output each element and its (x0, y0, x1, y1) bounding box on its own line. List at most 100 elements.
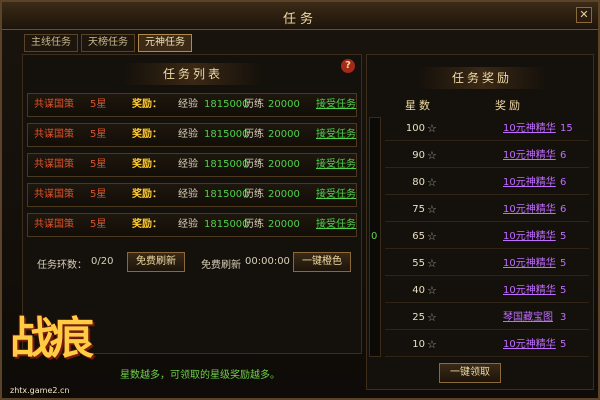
tab-bar: 主线任务 天榜任务 元神任务 (24, 34, 192, 52)
star-progress-value: 0 (371, 231, 378, 242)
reward-star-count: 10 (412, 339, 425, 350)
task-row: 共谋国策 5星 奖励： 经验 1815000 历练 20000 接受任务 (27, 183, 357, 207)
xp-value: 20000 (268, 129, 300, 140)
reward-label: 奖励： (132, 99, 162, 110)
free-refresh-label: 免费刷新 (201, 260, 241, 271)
hint-text: 星数越多，可领取的星级奖励越多。 (120, 370, 280, 381)
reward-item-link[interactable]: 10元神精华 (503, 171, 556, 195)
task-name: 共谋国策 (34, 219, 74, 230)
exp-value: 1815000 (204, 99, 249, 110)
reward-label: 奖励： (132, 219, 162, 230)
star-icon: ☆ (427, 176, 437, 189)
star-icon: ☆ (427, 311, 437, 324)
tab-spirit-quest[interactable]: 元神任务 (138, 34, 192, 52)
task-footer: 任务环数： 0/20 免费刷新 免费刷新 00:00:00 一键橙色 (35, 251, 365, 277)
star-icon: ☆ (427, 203, 437, 216)
task-count-label: 任务环数： (37, 260, 87, 271)
claim-all-button[interactable]: 一键领取 (439, 363, 501, 383)
star-icon: ☆ (427, 149, 437, 162)
star-icon: ☆ (427, 122, 437, 135)
reward-row: 90 ☆ 10元神精华 6 (385, 144, 589, 168)
xp-label: 历练 (244, 129, 264, 140)
reward-star-count: 65 (412, 231, 425, 242)
exp-label: 经验 (178, 159, 198, 170)
reward-star-count: 75 (412, 204, 425, 215)
exp-label: 经验 (178, 189, 198, 200)
tab-main-quest[interactable]: 主线任务 (24, 34, 78, 52)
reward-label: 奖励： (132, 129, 162, 140)
star-icon: ☆ (427, 284, 437, 297)
one-click-orange-button[interactable]: 一键橙色 (293, 252, 351, 272)
reward-row: 100 ☆ 10元神精华 15 (385, 117, 589, 141)
reward-star-count: 100 (405, 123, 425, 134)
tab-heaven-rank[interactable]: 天榜任务 (81, 34, 135, 52)
reward-item-link[interactable]: 10元神精华 (503, 252, 556, 276)
star-column-header: 星数 (405, 99, 433, 112)
xp-label: 历练 (244, 159, 264, 170)
task-name: 共谋国策 (34, 159, 74, 170)
reward-star-count: 25 (412, 312, 425, 323)
reward-item-link[interactable]: 10元神精华 (503, 144, 556, 168)
reward-label: 奖励： (132, 189, 162, 200)
reward-row: 25 ☆ 琴国藏宝图 3 (385, 306, 589, 330)
task-list-header: 任务列表 (123, 63, 263, 85)
exp-value: 1815000 (204, 129, 249, 140)
reward-row: 40 ☆ 10元神精华 5 (385, 279, 589, 303)
reward-row: 65 ☆ 10元神精华 5 (385, 225, 589, 249)
reward-qty: 5 (560, 258, 567, 269)
task-stars: 5星 (90, 189, 107, 200)
reward-qty: 6 (560, 204, 567, 215)
accept-task-link[interactable]: 接受任务 (316, 94, 356, 116)
exp-value: 1815000 (204, 189, 249, 200)
reward-star-count: 90 (412, 150, 425, 161)
xp-value: 20000 (268, 219, 300, 230)
task-stars: 5星 (90, 99, 107, 110)
help-icon[interactable]: ? (341, 59, 355, 73)
task-stars: 5星 (90, 159, 107, 170)
xp-label: 历练 (244, 99, 264, 110)
task-row: 共谋国策 5星 奖励： 经验 1815000 历练 20000 接受任务 (27, 153, 357, 177)
exp-value: 1815000 (204, 159, 249, 170)
task-name: 共谋国策 (34, 99, 74, 110)
reward-qty: 5 (560, 285, 567, 296)
reward-row: 55 ☆ 10元神精华 5 (385, 252, 589, 276)
logo-url: zhtx.game2.cn (10, 386, 70, 395)
task-name: 共谋国策 (34, 189, 74, 200)
reward-column-header: 奖励 (495, 99, 523, 112)
logo-text: 战痕 (10, 313, 94, 364)
task-stars: 5星 (90, 129, 107, 140)
reward-qty: 5 (560, 231, 567, 242)
accept-task-link[interactable]: 接受任务 (316, 154, 356, 176)
reward-item-link[interactable]: 10元神精华 (503, 225, 556, 249)
reward-item-link[interactable]: 10元神精华 (503, 333, 556, 357)
reward-qty: 3 (560, 312, 567, 323)
reward-row: 80 ☆ 10元神精华 6 (385, 171, 589, 195)
xp-label: 历练 (244, 189, 264, 200)
reward-star-count: 55 (412, 258, 425, 269)
accept-task-link[interactable]: 接受任务 (316, 184, 356, 206)
reward-item-link[interactable]: 10元神精华 (503, 198, 556, 222)
exp-label: 经验 (178, 219, 198, 230)
task-row: 共谋国策 5星 奖励： 经验 1815000 历练 20000 接受任务 (27, 213, 357, 237)
game-logo: 战痕 zhtx.game2.cn (6, 288, 132, 398)
star-icon: ☆ (427, 257, 437, 270)
exp-value: 1815000 (204, 219, 249, 230)
star-icon: ☆ (427, 230, 437, 243)
reward-item-link[interactable]: 10元神精华 (503, 279, 556, 303)
xp-value: 20000 (268, 99, 300, 110)
reward-item-link[interactable]: 琴国藏宝图 (503, 306, 553, 330)
xp-value: 20000 (268, 159, 300, 170)
star-icon: ☆ (427, 338, 437, 351)
reward-star-count: 80 (412, 177, 425, 188)
accept-task-link[interactable]: 接受任务 (316, 214, 356, 236)
reward-qty: 6 (560, 150, 567, 161)
accept-task-link[interactable]: 接受任务 (316, 124, 356, 146)
task-window: 任务 ✕ 主线任务 天榜任务 元神任务 任务列表 ? 共谋国策 5星 奖励： 经… (0, 0, 600, 400)
refresh-button[interactable]: 免费刷新 (127, 252, 185, 272)
reward-qty: 5 (560, 339, 567, 350)
close-icon[interactable]: ✕ (576, 7, 592, 23)
reward-qty: 6 (560, 177, 567, 188)
reward-star-count: 40 (412, 285, 425, 296)
reward-label: 奖励： (132, 159, 162, 170)
reward-item-link[interactable]: 10元神精华 (503, 117, 556, 141)
